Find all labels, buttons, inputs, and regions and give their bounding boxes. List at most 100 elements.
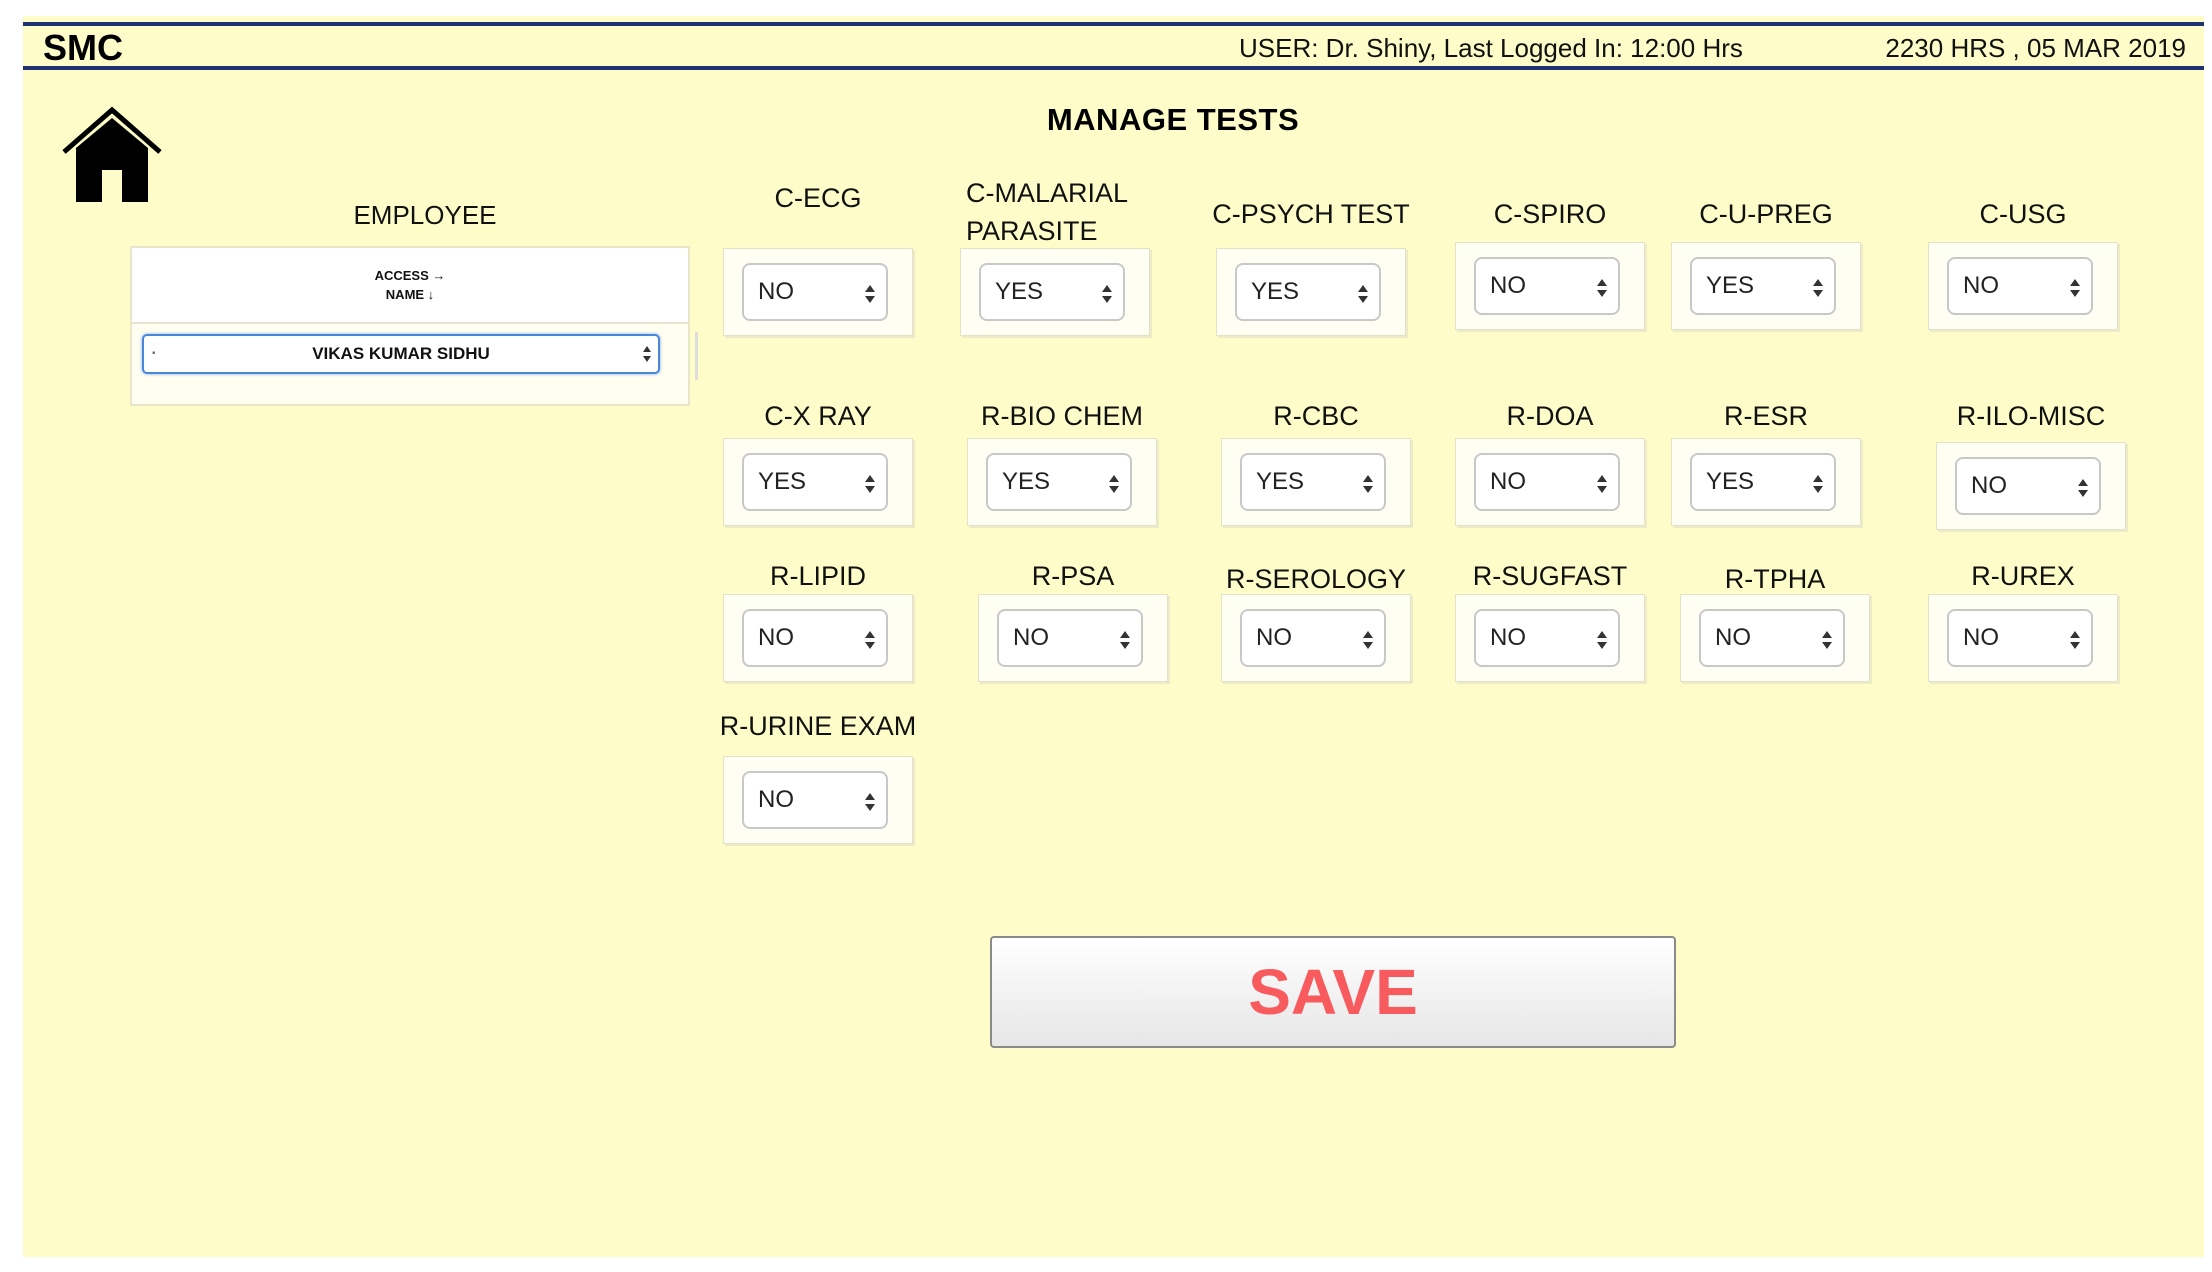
test-label: R-PSA <box>1031 561 1115 591</box>
app-window: SMC USER: Dr. Shiny, Last Logged In: 12:… <box>23 16 2204 1257</box>
test-select[interactable]: NO <box>742 771 888 829</box>
test-label: R-URINE EXAM <box>719 711 917 741</box>
datetime: 2230 HRS , 05 MAR 2019 <box>1885 33 2186 63</box>
user-info: USER: Dr. Shiny, Last Logged In: 12:00 H… <box>1239 33 1743 63</box>
test-select-container: NO <box>1455 594 1645 682</box>
test-select[interactable]: NO <box>1474 257 1620 315</box>
select-arrows-icon <box>865 631 875 649</box>
select-arrows-icon <box>1597 475 1607 493</box>
save-button[interactable]: SAVE <box>990 936 1676 1048</box>
select-arrows-icon <box>2070 279 2080 297</box>
test-select-value: NO <box>758 278 794 305</box>
test-select-value: NO <box>1963 272 1999 299</box>
test-select-value: YES <box>1706 468 1755 495</box>
select-arrows-icon <box>1358 285 1368 303</box>
test-select[interactable]: NO <box>1947 609 2093 667</box>
test-select[interactable]: NO <box>1240 609 1386 667</box>
test-select[interactable]: YES <box>742 453 888 511</box>
test-select-value: NO <box>758 786 794 813</box>
test-label: R-DOA <box>1506 401 1594 431</box>
test-select[interactable]: NO <box>1699 609 1845 667</box>
test-select-value: NO <box>1490 624 1526 651</box>
test-select-value: YES <box>1256 468 1305 495</box>
test-label: R-SEROLOGY <box>1225 564 1407 594</box>
test-label: R-ESR <box>1723 401 1808 431</box>
test-select-container: YES <box>967 438 1157 526</box>
test-select[interactable]: YES <box>1240 453 1386 511</box>
test-select-value: NO <box>1256 624 1292 651</box>
select-arrows-icon <box>2070 631 2080 649</box>
test-label: R-BIO CHEM <box>981 401 1143 431</box>
test-select[interactable]: NO <box>997 609 1143 667</box>
test-select-container: NO <box>1680 594 1870 682</box>
employee-select-value: VIKAS KUMAR SIDHU <box>312 344 490 363</box>
test-select-value: YES <box>758 468 807 495</box>
select-arrows-icon <box>1813 475 1823 493</box>
brand-logo-text: SMC <box>43 27 123 68</box>
employee-table: ACCESS → NAME ↓ ▪ VIKAS KUMAR SIDHU <box>130 246 690 406</box>
select-arrows-icon <box>2078 479 2088 497</box>
test-label: C-X RAY <box>764 401 872 431</box>
select-arrows-icon <box>1813 279 1823 297</box>
name-column-header: NAME ↓ <box>385 287 435 302</box>
test-select-container: NO <box>723 756 913 844</box>
test-select-container: NO <box>1455 438 1645 526</box>
test-select-value: YES <box>1002 468 1051 495</box>
checkbox-mark-icon: ▪ <box>152 348 156 359</box>
test-select-container: NO <box>1221 594 1411 682</box>
test-select-container: YES <box>1221 438 1411 526</box>
test-select[interactable]: NO <box>1474 453 1620 511</box>
test-select-container: NO <box>723 594 913 682</box>
test-select-container: NO <box>1455 242 1645 330</box>
test-label: R-SUGFAST <box>1472 561 1628 591</box>
employee-label: EMPLOYEE <box>353 200 497 230</box>
test-label: R-CBC <box>1273 401 1359 431</box>
test-select-value: NO <box>1490 272 1526 299</box>
test-label: R-ILO-MISC <box>1956 401 2106 431</box>
select-arrows-icon <box>1363 475 1373 493</box>
test-select-value: NO <box>1715 624 1751 651</box>
test-select[interactable]: NO <box>1474 609 1620 667</box>
select-arrows-icon <box>1109 475 1119 493</box>
test-select-container: NO <box>1936 442 2126 530</box>
test-label: C-ECG <box>774 183 862 213</box>
test-select-container: YES <box>723 438 913 526</box>
test-select[interactable]: NO <box>1955 457 2101 515</box>
test-select[interactable]: YES <box>1235 263 1381 321</box>
page-title: MANAGE TESTS <box>1046 102 1300 137</box>
test-select-value: NO <box>1963 624 1999 651</box>
home-icon[interactable] <box>60 102 164 206</box>
test-select[interactable]: YES <box>979 263 1125 321</box>
select-arrows-icon <box>643 346 651 362</box>
select-arrows-icon <box>1822 631 1832 649</box>
test-select-container: YES <box>1671 438 1861 526</box>
test-label: C-MALARIAL PARASITE <box>966 178 1128 246</box>
test-select-container: YES <box>960 248 1150 336</box>
test-label: C-USG <box>1979 199 2067 229</box>
employee-select[interactable]: ▪ VIKAS KUMAR SIDHU <box>142 334 660 374</box>
select-arrows-icon <box>1102 285 1112 303</box>
test-select[interactable]: YES <box>986 453 1132 511</box>
select-arrows-icon <box>865 475 875 493</box>
test-select-value: YES <box>995 278 1044 305</box>
test-select-container: NO <box>1928 594 2118 682</box>
select-arrows-icon <box>1120 631 1130 649</box>
test-select[interactable]: NO <box>742 609 888 667</box>
test-select[interactable]: YES <box>1690 453 1836 511</box>
select-arrows-icon <box>1597 631 1607 649</box>
test-label: C-SPIRO <box>1493 199 1607 229</box>
test-select-container: YES <box>1671 242 1861 330</box>
top-bar: SMC USER: Dr. Shiny, Last Logged In: 12:… <box>23 22 2204 70</box>
test-select-value: YES <box>1706 272 1755 299</box>
test-select[interactable]: YES <box>1690 257 1836 315</box>
test-label: C-PSYCH TEST <box>1212 199 1410 229</box>
test-label: R-TPHA <box>1724 564 1826 594</box>
test-select[interactable]: NO <box>742 263 888 321</box>
test-select[interactable]: NO <box>1947 257 2093 315</box>
test-select-value: NO <box>1971 472 2007 499</box>
test-select-container: NO <box>1928 242 2118 330</box>
test-select-container: YES <box>1216 248 1406 336</box>
test-label: R-LIPID <box>769 561 867 591</box>
select-arrows-icon <box>1597 279 1607 297</box>
test-select-value: NO <box>1490 468 1526 495</box>
